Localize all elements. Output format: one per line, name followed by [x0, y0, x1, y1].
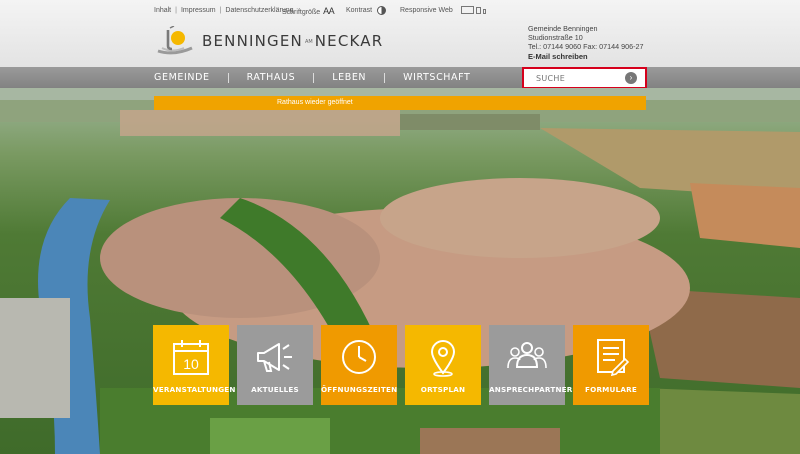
address-name: Gemeinde Benningen: [528, 24, 598, 33]
map-pin-icon: [430, 340, 456, 377]
calendar-icon: 10: [173, 340, 209, 375]
link-inhalt[interactable]: Inhalt: [154, 7, 171, 14]
calendar-day: 10: [183, 356, 199, 372]
separator: |: [175, 7, 177, 14]
nav-divider: [384, 72, 386, 83]
logo-icon: [157, 26, 193, 55]
nav-item-wirtschaft[interactable]: WIRTSCHAFT: [403, 72, 470, 83]
tile-ortsplan[interactable]: ORTSPLAN: [405, 325, 481, 405]
font-size-label: Schriftgröße: [282, 9, 321, 16]
font-size-control[interactable]: Schriftgröße AA: [282, 6, 335, 16]
logo[interactable]: BENNINGEN AM NECKAR: [154, 26, 383, 56]
megaphone-icon: [257, 343, 292, 372]
logo-small: AM: [304, 38, 313, 45]
responsive-label: Responsive Web: [400, 6, 453, 14]
tile-veranstaltungen[interactable]: 10 VERANSTALTUNGEN: [153, 325, 236, 405]
notice-text: Rathaus wieder geöffnet: [277, 99, 353, 106]
tile-aktuelles[interactable]: AKTUELLES: [237, 325, 313, 405]
tile-label: ÖFFNUNGSZEITEN: [321, 385, 398, 394]
link-impressum[interactable]: Impressum: [181, 7, 216, 14]
page-header: Inhalt | Impressum | Datenschutzerklärun…: [0, 0, 800, 67]
tile-label: ORTSPLAN: [420, 385, 466, 394]
people-icon: [507, 342, 547, 369]
nav-item-leben[interactable]: LEBEN: [332, 72, 366, 83]
contrast-control[interactable]: Kontrast: [346, 6, 387, 15]
logo-part2: NECKAR: [314, 32, 384, 50]
tile-label: VERANSTALTUNGEN: [153, 385, 236, 394]
tile-label: AKTUELLES: [251, 385, 299, 394]
main-nav: GEMEINDE RATHAUS LEBEN WIRTSCHAFT: [0, 67, 800, 88]
contrast-label: Kontrast: [346, 7, 373, 14]
separator: |: [219, 7, 222, 14]
top-links: Inhalt | Impressum | Datenschutzerklärun…: [154, 7, 294, 14]
clock-icon: [342, 340, 376, 374]
email-link[interactable]: E-Mail schreiben: [528, 52, 644, 61]
logo-part1: BENNINGEN: [202, 32, 303, 50]
nav-divider: [313, 72, 315, 83]
tile-ansprechpartner[interactable]: ANSPRECHPARTNER: [489, 325, 573, 405]
nav-item-gemeinde[interactable]: GEMEINDE: [154, 72, 210, 83]
font-size-icon[interactable]: AA: [323, 6, 335, 16]
address-phone: Tel.: 07144 9060 Fax: 07144 906-27: [528, 42, 644, 52]
device-icon[interactable]: [460, 6, 486, 14]
document-icon: [597, 339, 630, 377]
responsive-control[interactable]: Responsive Web: [400, 6, 486, 14]
contact-info: Gemeinde Benningen Studionstraße 10 Tel.…: [528, 24, 644, 61]
quick-links: 10 VERANSTALTUNGEN AKTUELLES ÖFFNUNGSZEI…: [153, 325, 649, 405]
notice-banner[interactable]: Rathaus wieder geöffnet: [154, 96, 646, 110]
search-input[interactable]: [536, 72, 626, 85]
address-street: Studionstraße 10: [528, 33, 583, 43]
logo-text: BENNINGEN AM NECKAR: [202, 32, 383, 50]
chevron-right-icon[interactable]: ›: [625, 72, 637, 84]
nav-item-rathaus[interactable]: RATHAUS: [247, 72, 296, 83]
tile-oeffnungszeiten[interactable]: ÖFFNUNGSZEITEN: [321, 325, 397, 405]
search-box: ›: [522, 67, 647, 89]
tile-label: ANSPRECHPARTNER: [489, 385, 573, 394]
contrast-icon[interactable]: [377, 6, 387, 15]
tile-formulare[interactable]: FORMULARE: [573, 325, 649, 405]
tile-label: FORMULARE: [585, 385, 637, 394]
nav-divider: [227, 72, 229, 83]
